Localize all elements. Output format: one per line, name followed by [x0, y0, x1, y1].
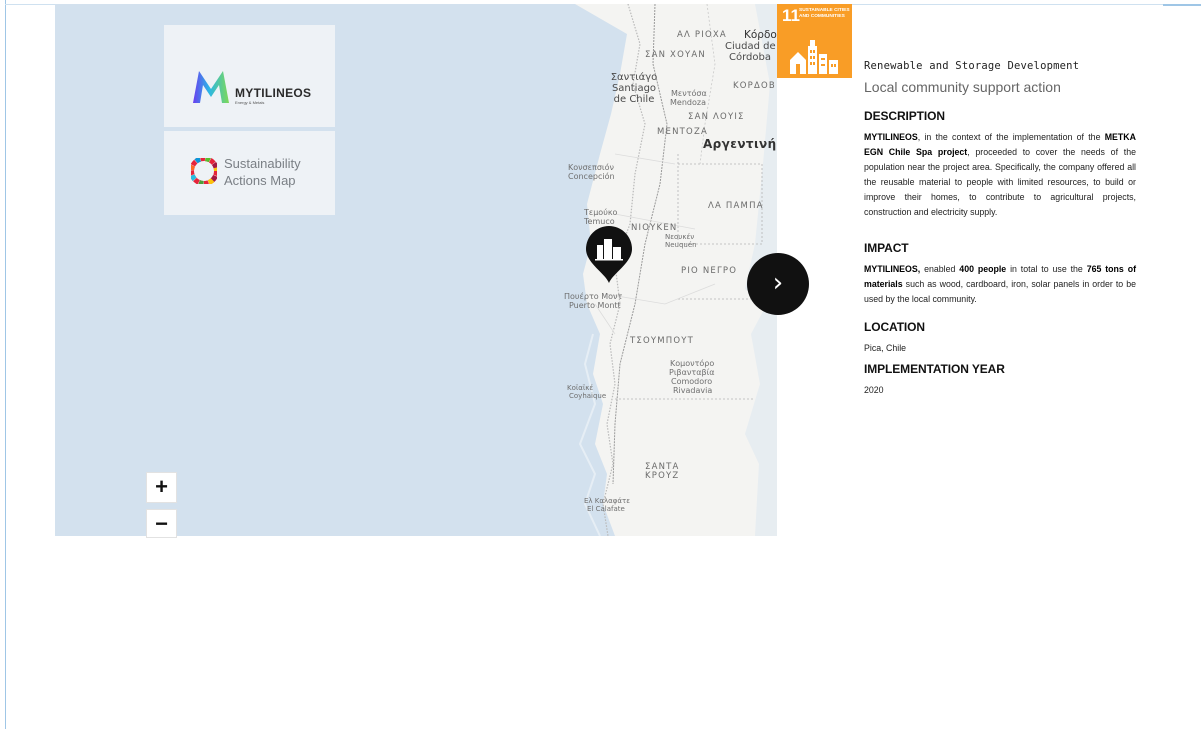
map-label: Ciudad de [725, 41, 776, 52]
location-marker-icon[interactable] [585, 225, 633, 285]
mytilineos-logo-icon [193, 71, 229, 103]
next-action-button[interactable]: › [747, 253, 809, 315]
chevron-right-icon: › [772, 268, 784, 298]
sdg-wheel-icon [191, 158, 217, 184]
sustainable-city-icon [790, 40, 838, 74]
frame-accent [1163, 4, 1201, 6]
brand-logo-card[interactable]: MYTILINEOS Energy & Metals [164, 25, 335, 127]
map-label: ΚΡΟΥΖ [645, 471, 680, 481]
map-label: Κονσεπσιόν [568, 163, 614, 172]
map-label: ΑΛ ΡΙΟΧΑ [677, 30, 727, 40]
map-label: Σαντιάγο [610, 72, 658, 83]
map-label: Puerto Montt [569, 301, 621, 310]
sdg-goal-tile: 11 Sustainable Cities and Communities [777, 4, 852, 78]
impact-heading: IMPACT [864, 241, 909, 255]
description-heading: DESCRIPTION [864, 109, 945, 123]
map-label: Santiago [611, 83, 657, 94]
map-label: ΛΑ ΠΑΜΠΑ [708, 201, 764, 211]
map-label: Córdoba [729, 52, 771, 63]
map-label: Comodoro [671, 377, 713, 386]
sustainability-map-card[interactable]: Sustainability Actions Map [164, 131, 335, 215]
map-title: Sustainability Actions Map [224, 156, 301, 188]
impact-text: MYTILINEOS, enabled 400 people in total … [864, 264, 1137, 304]
company-name: MYTILINEOS, [864, 264, 921, 274]
year-value: 2020 [864, 385, 884, 395]
frame-border [5, 0, 6, 729]
map-label: ΝΙΟΥΚΕΝ [631, 223, 678, 233]
year-heading: IMPLEMENTATION YEAR [864, 362, 1005, 376]
location-value: Pica, Chile [864, 343, 907, 353]
sector-label: Renewable and Storage Development [864, 60, 1080, 72]
map-label: Rivadavia [673, 386, 713, 395]
map-label: Κόρδοβα [744, 29, 777, 41]
location-heading: LOCATION [864, 320, 925, 334]
map-label: Τεμούκο [584, 208, 618, 217]
zoom-out-button[interactable]: − [146, 509, 177, 538]
company-name: MYTILINEOS [864, 132, 918, 142]
map-label: Αργεντινή [703, 137, 777, 151]
map-label: ΣΑΝ ΛΟΥΙΣ [688, 112, 745, 122]
map-label: de Chile [613, 94, 655, 105]
map-label: Mendoza [670, 98, 706, 107]
map-label: Μεντόσα [671, 89, 707, 98]
map-label: ΤΣΟΥΜΠΟΥΤ [630, 336, 695, 346]
action-title: Local community support action [864, 79, 1061, 95]
map-label: ΚΟΡΔΟΒ [733, 81, 776, 91]
map-label: Neuquén [665, 241, 697, 249]
map-label: ΜΕΝΤΟΖΑ [657, 127, 708, 137]
brand-tagline: Energy & Metals [235, 100, 265, 105]
map-label: Ριβανταβία [669, 368, 715, 377]
brand-name: MYTILINEOS [235, 86, 312, 100]
map-label: ΣΑΝ ΧΟΥΑΝ [645, 50, 706, 60]
sdg-number: 11 [782, 6, 800, 25]
map-label: Concepción [568, 172, 615, 181]
map-label: Coyhaique [569, 392, 607, 400]
people-count: 400 people [959, 264, 1007, 274]
map-label: ΡΙΟ ΝΕΓΡΟ [681, 266, 738, 276]
map-label: El Calafate [587, 505, 625, 513]
sdg-title: Sustainable Cities and Communities [799, 8, 850, 19]
description-text: MYTILINEOS, in the context of the implem… [864, 132, 1136, 217]
map-label: Πουέρτο Μοντ [564, 292, 623, 301]
map-label: Κομοντόρο [670, 359, 715, 368]
zoom-in-button[interactable]: + [146, 472, 177, 503]
